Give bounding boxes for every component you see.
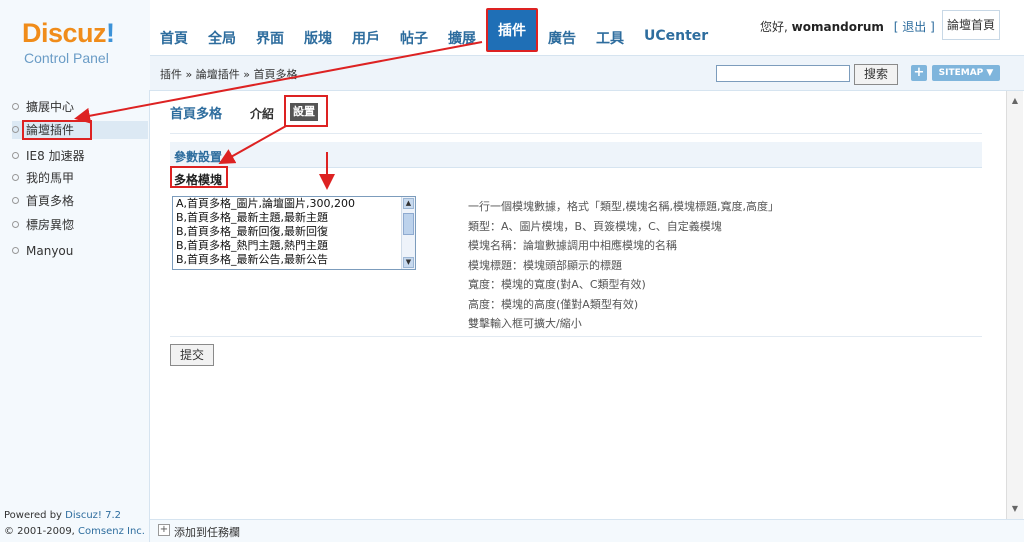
scroll-down-icon[interactable]: ▼ — [1009, 503, 1021, 515]
nav-global[interactable]: 全局 — [198, 22, 246, 50]
submit-button[interactable]: 提交 — [170, 344, 214, 366]
scroll-up-icon[interactable]: ▲ — [1009, 95, 1021, 107]
add-icon[interactable]: + — [158, 524, 170, 536]
textarea-line: A,首頁多格_圖片,論壇圖片,300,200 — [176, 197, 356, 210]
search-button[interactable]: 搜索 — [854, 64, 898, 85]
scroll-thumb[interactable] — [403, 213, 414, 235]
help-line: 模塊名稱：論壇數據調用中相應模塊的名稱 — [468, 239, 677, 252]
top-nav: 首頁 全局 界面 版塊 用戶 帖子 擴展 插件 廣告 工具 UCenter — [150, 8, 718, 52]
divider — [170, 133, 982, 134]
nav-ads[interactable]: 廣告 — [538, 22, 586, 50]
sidebar-footer: Powered by Discuz! 7.2 © 2001-2009, Coms… — [4, 510, 145, 537]
plus-icon[interactable]: + — [911, 65, 927, 81]
help-line: 一行一個模塊數據，格式「類型,模塊名稱,模塊標題,寬度,高度」 — [468, 200, 779, 213]
sub-bar: 插件 » 論壇插件 » 首頁多格 搜索 + SITEMAP ▼ — [150, 55, 1024, 91]
help-line: 模塊標題：模塊頭部顯示的標題 — [468, 258, 622, 272]
help-line: 高度：模塊的高度(僅對A類型有效) — [468, 297, 639, 311]
help-line: 寬度：模塊的寬度(對A、C類型有效) — [468, 278, 646, 291]
grid-modules-textarea[interactable]: A,首頁多格_圖片,論壇圖片,300,200 B,首頁多格_最新主題,最新主題 … — [172, 196, 416, 270]
breadcrumb: 插件 » 論壇插件 » 首頁多格 — [160, 68, 298, 81]
sidebar-item-manyou[interactable]: Manyou — [12, 242, 73, 260]
tab-intro[interactable]: 介紹 — [250, 105, 274, 122]
header: Discuz! Control Panel 首頁 全局 界面 版塊 用戶 帖子 … — [0, 0, 1024, 90]
help-line: 類型：A、圖片模塊，B、頁簽模塊，C、自定義模塊 — [468, 219, 722, 233]
textarea-line: B,首頁多格_最新主題,最新主題 — [176, 211, 329, 224]
forum-home-button[interactable]: 論壇首頁 — [942, 10, 1000, 40]
logo: Discuz! Control Panel — [0, 0, 150, 90]
sidebar-item-home-grid[interactable]: 首頁多格 — [12, 192, 74, 210]
search-input[interactable] — [716, 65, 850, 82]
add-to-taskbar-link[interactable]: 添加到任務欄 — [174, 524, 240, 540]
nav-forums[interactable]: 版塊 — [294, 22, 342, 50]
main-scrollbar[interactable]: ▲ ▼ — [1006, 91, 1023, 519]
user-info: 您好, womandorum [ 退出 ] — [760, 18, 935, 35]
sidebar-item-my-vest[interactable]: 我的馬甲 — [12, 169, 74, 187]
logo-title: Discuz! — [22, 18, 115, 48]
bottom-bar: + 添加到任務欄 — [150, 519, 1024, 542]
divider — [170, 336, 982, 337]
help-text: 一行一個模塊數據，格式「類型,模塊名稱,模塊標題,寬度,高度」 類型：A、圖片模… — [468, 197, 779, 334]
annotation-box-settings — [284, 95, 328, 127]
main-content: 首頁多格 介紹 設置 參數設置 多格模塊 A,首頁多格_圖片,論壇圖片,300,… — [150, 91, 1006, 519]
nav-extensions[interactable]: 擴展 — [438, 22, 486, 50]
textarea-line: B,首頁多格_最新回復,最新回復 — [176, 225, 329, 238]
logo-subtitle: Control Panel — [24, 50, 109, 66]
scroll-up-icon[interactable]: ▲ — [403, 198, 414, 209]
sidebar-item-extension-center[interactable]: 擴展中心 — [12, 98, 74, 116]
nav-interface[interactable]: 界面 — [246, 22, 294, 50]
username: womandorum — [791, 20, 884, 34]
nav-ucenter[interactable]: UCenter — [634, 22, 718, 50]
sidebar-item-room[interactable]: 標房異惚 — [12, 216, 74, 234]
nav-home[interactable]: 首頁 — [150, 22, 198, 50]
logout-link[interactable]: [ 退出 ] — [894, 20, 935, 34]
sitemap-button[interactable]: SITEMAP ▼ — [932, 65, 1000, 81]
nav-tools[interactable]: 工具 — [586, 22, 634, 50]
textarea-line: B,首頁多格_熱門主題,熱門主題 — [176, 239, 329, 252]
textarea-scrollbar[interactable]: ▲ ▼ — [401, 197, 415, 269]
nav-plugins[interactable]: 插件 — [486, 8, 538, 52]
help-line: 雙擊輸入框可擴大/縮小 — [468, 317, 582, 330]
greeting: 您好, — [760, 20, 788, 34]
nav-users[interactable]: 用戶 — [342, 22, 390, 50]
section-title: 參數設置 — [174, 150, 223, 164]
page-title: 首頁多格 — [170, 107, 223, 122]
chevron-down-icon: ▼ — [986, 68, 994, 78]
sidebar: 擴展中心 論壇插件 IE8 加速器 我的馬甲 首頁多格 標房異惚 Manyou … — [0, 90, 150, 542]
annotation-box-field — [170, 166, 228, 188]
textarea-line: B,首頁多格_最新公告,最新公告 — [176, 253, 329, 266]
scroll-down-icon[interactable]: ▼ — [403, 257, 414, 268]
sidebar-item-ie8-accelerator[interactable]: IE8 加速器 — [12, 147, 85, 165]
section-header: 參數設置 — [170, 142, 982, 168]
nav-posts[interactable]: 帖子 — [390, 22, 438, 50]
annotation-box-sidebar — [22, 120, 92, 140]
